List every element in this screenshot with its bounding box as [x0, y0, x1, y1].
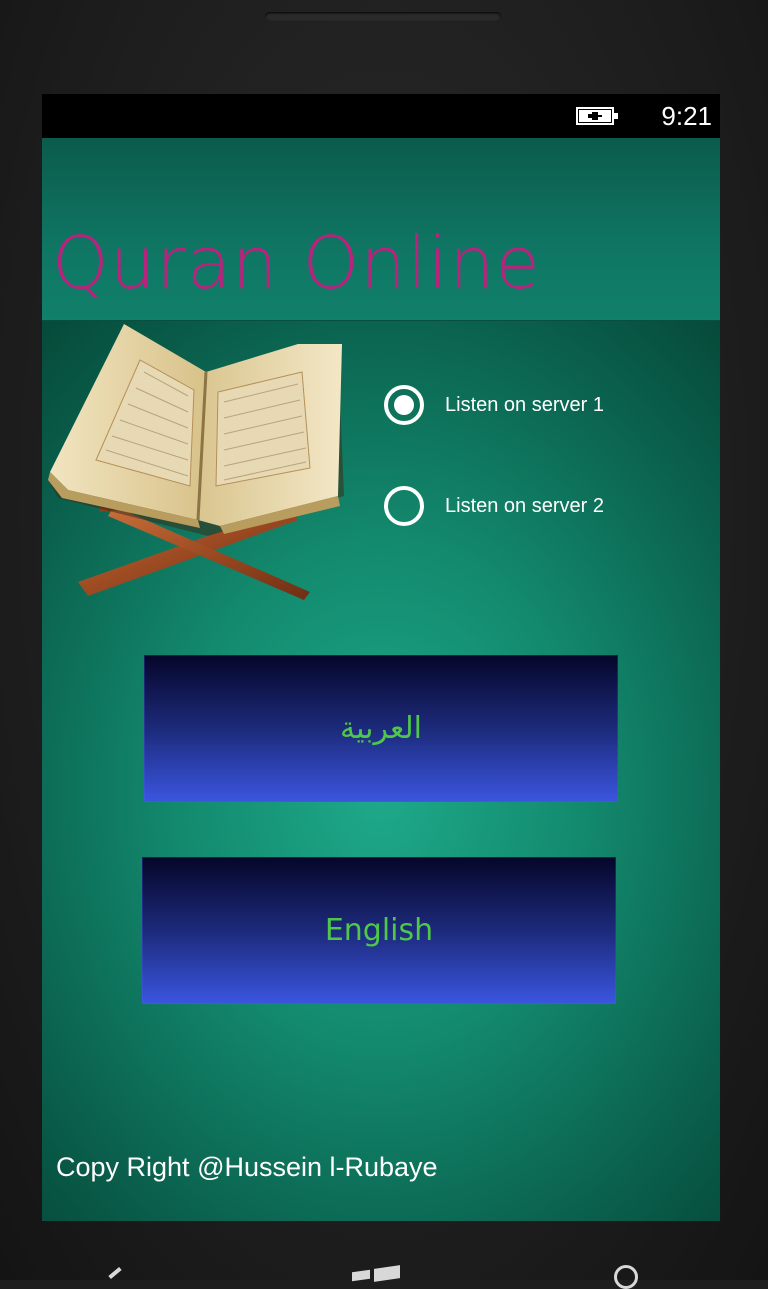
server-2-radio[interactable]: Listen on server 2: [384, 481, 684, 531]
battery-charging-icon: [576, 107, 618, 125]
app-title: Quran Online: [52, 221, 541, 305]
quran-book-image: [48, 324, 344, 600]
app-header: Quran Online: [42, 138, 720, 321]
radio-checked-icon[interactable]: [384, 385, 424, 425]
radio-unchecked-icon[interactable]: [384, 486, 424, 526]
clock: 9:21: [661, 101, 712, 131]
server-1-label: Listen on server 1: [445, 393, 604, 416]
search-icon[interactable]: [614, 1265, 638, 1289]
app-screen: 9:21 Quran Online Listen on server 1 Lis…: [42, 94, 720, 1221]
back-icon[interactable]: [108, 1266, 122, 1280]
server-1-radio[interactable]: Listen on server 1: [384, 380, 684, 430]
english-button[interactable]: English: [142, 857, 616, 1004]
server-2-label: Listen on server 2: [445, 494, 604, 517]
english-button-label: English: [324, 913, 434, 948]
copyright-text: Copy Right @Hussein l-Rubaye: [56, 1152, 438, 1182]
windows-start-icon[interactable]: [352, 1265, 402, 1282]
arabic-button-label: العربية: [340, 711, 422, 746]
hardware-nav-bar: [0, 1221, 768, 1289]
earpiece-speaker: [265, 12, 501, 21]
arabic-button[interactable]: العربية: [144, 655, 618, 802]
status-bar: 9:21: [42, 94, 720, 138]
phone-device: 9:21 Quran Online Listen on server 1 Lis…: [0, 0, 768, 1289]
